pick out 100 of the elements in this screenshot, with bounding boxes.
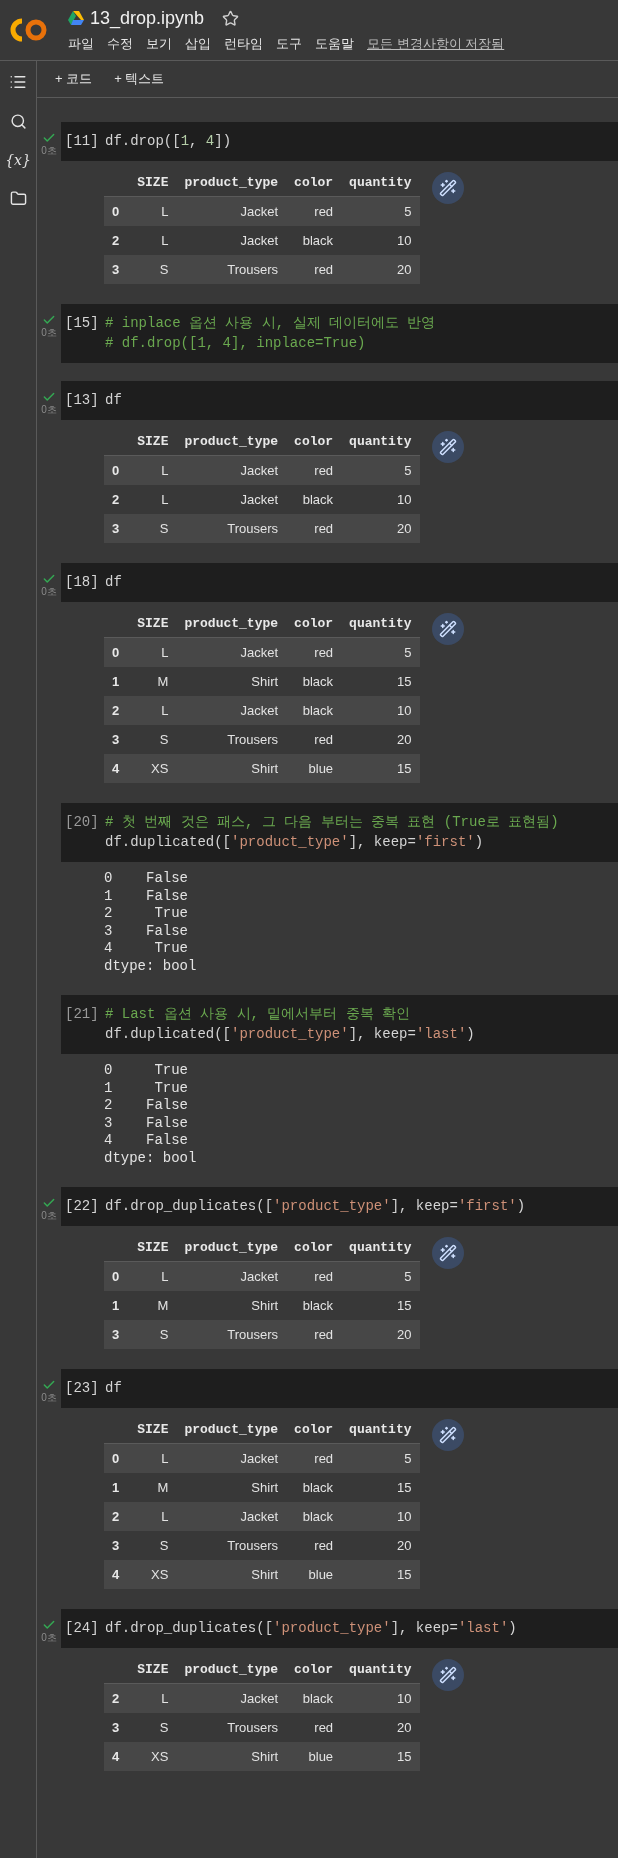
table-cell: red — [286, 1713, 342, 1742]
column-header: product_type — [176, 1656, 287, 1684]
menu-item[interactable]: 런타임 — [224, 34, 263, 53]
row-index: 1 — [104, 667, 130, 696]
column-header: quantity — [341, 1234, 420, 1262]
folder-icon[interactable] — [9, 190, 27, 207]
execution-count: [11] — [65, 132, 100, 151]
table-cell: Trousers — [176, 514, 287, 543]
code-line: df.drop([1, 4]) — [105, 132, 232, 151]
table-cell: red — [286, 1320, 342, 1349]
row-index: 2 — [104, 1502, 130, 1531]
code-cell[interactable]: [20] # 첫 번째 것은 패스, 그 다음 부터는 중복 표현 (True로 표현됨) df.duplicated(['product_type'], keep='first') — [61, 803, 618, 862]
row-index: 3 — [104, 255, 130, 284]
row-index: 0 — [104, 455, 130, 485]
table-cell: Jacket — [176, 455, 287, 485]
table-cell: 15 — [341, 1473, 420, 1502]
table-cell: 20 — [341, 1531, 420, 1560]
menu-item[interactable]: 도움말 — [315, 34, 354, 53]
table-cell: L — [129, 1683, 177, 1713]
menu-item[interactable]: 도구 — [276, 34, 302, 53]
table-of-contents-icon[interactable] — [9, 73, 27, 91]
add-cell-button[interactable]: + 코드 — [49, 68, 99, 90]
table-cell: red — [286, 1531, 342, 1560]
code-line: df — [105, 391, 122, 410]
magic-wand-button[interactable] — [431, 613, 464, 645]
table-cell: black — [286, 1291, 342, 1320]
output-line: 2 True — [104, 905, 189, 923]
magic-wand-button[interactable] — [431, 431, 464, 463]
star-icon[interactable] — [222, 9, 240, 27]
code-line: # 첫 번째 것은 패스, 그 다음 부터는 중복 표현 (True로 표현됨) — [105, 813, 559, 832]
output-line: 1 True — [104, 1079, 189, 1097]
code-cell[interactable]: [18] df — [61, 563, 618, 602]
execution-time: 0초 — [41, 1632, 57, 1643]
table-cell: S — [129, 1320, 177, 1349]
code-cell[interactable]: [23] df — [61, 1369, 618, 1408]
magic-wand-button[interactable] — [431, 1237, 464, 1269]
table-cell: red — [286, 637, 342, 667]
table-cell: 5 — [341, 637, 420, 667]
code-cell[interactable]: [13] df — [61, 381, 618, 420]
table-cell: XS — [129, 1560, 177, 1589]
code-cell[interactable]: [21] # Last 옵션 사용 시, 밑에서부터 중복 확인 df.duplicated(['product_type'], keep='last') — [61, 995, 618, 1054]
table-cell: Jacket — [176, 696, 287, 725]
table-cell: 10 — [341, 1502, 420, 1531]
row-index: 0 — [104, 1443, 130, 1473]
table-cell: S — [129, 255, 177, 284]
menu-item[interactable]: 수정 — [107, 34, 133, 53]
table-cell: M — [129, 1473, 177, 1502]
execution-count: [18] — [65, 573, 100, 592]
code-cell[interactable]: [24] df.drop_duplicates(['product_type'], keep='last') — [61, 1609, 618, 1648]
execution-count: [13] — [65, 391, 100, 410]
logo-icon[interactable] — [9, 17, 49, 43]
magic-wand-button[interactable] — [431, 1419, 464, 1451]
table-cell: Trousers — [176, 1713, 287, 1742]
table-cell: black — [286, 485, 342, 514]
search-icon[interactable] — [9, 113, 27, 130]
code-cell[interactable]: [11] df.drop([1, 4]) — [61, 122, 618, 161]
table-cell: 5 — [341, 196, 420, 226]
drive-icon[interactable] — [68, 11, 84, 25]
table-cell: M — [129, 667, 177, 696]
menu-item[interactable]: 삽입 — [185, 34, 211, 53]
code-line: df — [105, 1379, 122, 1398]
table-cell: 5 — [341, 1261, 420, 1291]
magic-wand-button[interactable] — [431, 1659, 464, 1691]
table-cell: 10 — [341, 696, 420, 725]
column-header: color — [286, 169, 342, 197]
table-cell: 20 — [341, 1713, 420, 1742]
row-index: 3 — [104, 514, 130, 543]
column-header: SIZE — [129, 610, 177, 638]
magic-wand-button[interactable] — [431, 172, 464, 204]
menu-item[interactable]: 보기 — [146, 34, 172, 53]
table-cell: black — [286, 1502, 342, 1531]
code-line: # inplace 옵션 사용 시, 실제 데이터에도 반영 — [105, 314, 436, 333]
menu-item[interactable]: 파일 — [68, 34, 94, 53]
row-index: 2 — [104, 485, 130, 514]
table-cell: S — [129, 514, 177, 543]
table-cell: 10 — [341, 226, 420, 255]
notebook-title[interactable]: 13_drop.ipynb — [90, 7, 205, 29]
table-cell: red — [286, 455, 342, 485]
column-header: color — [286, 1234, 342, 1262]
table-cell: L — [129, 1261, 177, 1291]
execution-count: [23] — [65, 1379, 100, 1398]
table-cell: black — [286, 1683, 342, 1713]
code-cell[interactable]: [22] df.drop_duplicates(['product_type'], keep='first') — [61, 1187, 618, 1226]
add-cell-button[interactable]: + 텍스트 — [108, 68, 171, 90]
table-cell: Jacket — [176, 637, 287, 667]
table-cell: Trousers — [176, 725, 287, 754]
output-line: 3 False — [104, 922, 189, 940]
execution-time: 0초 — [41, 1392, 57, 1403]
code-cell[interactable]: [15] # inplace 옵션 사용 시, 실제 데이터에도 반영 # df.drop([1, 4], inplace=True) — [61, 304, 618, 363]
table-cell: XS — [129, 1742, 177, 1771]
output-line: 3 False — [104, 1114, 189, 1132]
execution-count: [24] — [65, 1619, 100, 1638]
table-cell: Jacket — [176, 1502, 287, 1531]
table-cell: blue — [286, 1742, 342, 1771]
table-cell: red — [286, 514, 342, 543]
save-status-link[interactable]: 모든 변경사항이 저장됨 — [367, 34, 505, 53]
column-header: quantity — [341, 1656, 420, 1684]
variables-icon[interactable]: {x} — [5, 152, 31, 168]
row-index: 1 — [104, 1291, 130, 1320]
row-index: 1 — [104, 1473, 130, 1502]
